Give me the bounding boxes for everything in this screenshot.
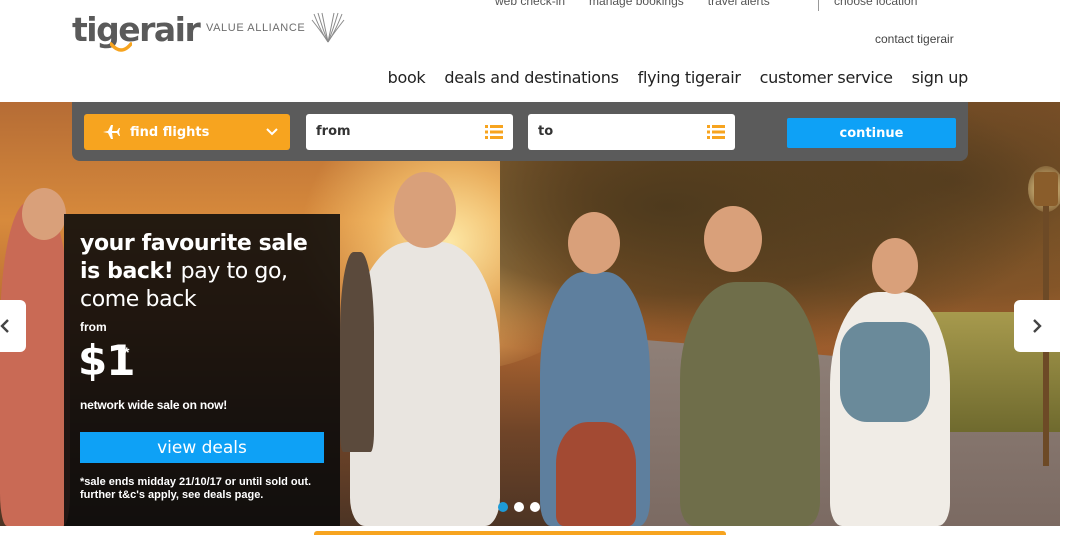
from-label: from xyxy=(316,124,351,139)
list-icon[interactable] xyxy=(707,125,725,139)
chevron-left-icon xyxy=(0,319,9,333)
find-flights-dropdown[interactable]: find flights xyxy=(84,114,290,150)
view-deals-button[interactable]: view deals xyxy=(80,432,324,463)
choose-location-link[interactable]: choose location xyxy=(834,0,917,8)
to-field[interactable]: to xyxy=(528,114,735,150)
promo-subtitle: network wide sale on now! xyxy=(80,398,228,412)
promo-from-label: from xyxy=(80,320,107,334)
utility-nav: web check-in manage bookings travel aler… xyxy=(495,0,794,8)
nav-deals-and-destinations[interactable]: deals and destinations xyxy=(444,68,619,87)
contact-tigerair-link[interactable]: contact tigerair xyxy=(875,32,954,46)
hero-person-2-head xyxy=(394,172,456,248)
hero-person-4-head xyxy=(704,206,762,272)
hero-person-1 xyxy=(0,202,70,526)
nav-book[interactable]: book xyxy=(388,68,426,87)
hero-person-1-head xyxy=(22,188,66,240)
promo-headline: your favourite sale is back! pay to go, … xyxy=(80,230,330,314)
chevron-right-icon xyxy=(1033,319,1042,333)
logo-text: tigerair xyxy=(72,10,201,49)
hero-person-2-shirt xyxy=(340,252,374,452)
alliance-wings-icon xyxy=(311,12,345,43)
manage-bookings-link[interactable]: manage bookings xyxy=(589,0,684,8)
carousel-dot-2[interactable] xyxy=(514,502,524,512)
hero-person-4 xyxy=(680,282,820,526)
chevron-down-icon xyxy=(266,128,278,136)
to-label: to xyxy=(538,124,554,139)
carousel-dot-3[interactable] xyxy=(530,502,540,512)
carousel-dots xyxy=(498,502,546,512)
value-alliance-logo: VALUE ALLIANCE xyxy=(206,10,345,44)
carousel-dot-1[interactable] xyxy=(498,502,508,512)
find-flights-label: find flights xyxy=(130,124,210,140)
travel-alerts-link[interactable]: travel alerts xyxy=(708,0,770,8)
plane-icon xyxy=(103,125,120,139)
carousel-prev-button[interactable] xyxy=(0,300,26,352)
nav-flying-tigerair[interactable]: flying tigerair xyxy=(638,68,741,87)
from-field[interactable]: from xyxy=(306,114,513,150)
right-gutter xyxy=(1060,102,1069,526)
logo-smile-icon xyxy=(110,42,132,52)
nav-sign-up[interactable]: sign up xyxy=(912,68,969,87)
promo-panel: your favourite sale is back! pay to go, … xyxy=(64,214,340,526)
main-nav: book deals and destinations flying tiger… xyxy=(388,68,969,87)
street-lamp xyxy=(1034,172,1058,206)
web-checkin-link[interactable]: web check-in xyxy=(495,0,565,8)
utility-divider xyxy=(818,0,819,11)
alliance-text: VALUE ALLIANCE xyxy=(206,22,306,34)
promo-terms-note: *sale ends midday 21/10/17 or until sold… xyxy=(80,476,312,501)
list-icon[interactable] xyxy=(485,125,503,139)
continue-button[interactable]: continue xyxy=(787,118,956,148)
bottom-accent-bar xyxy=(314,531,726,535)
flight-search-bar: find flights from to continue xyxy=(72,102,968,161)
carousel-next-button[interactable] xyxy=(1014,300,1060,352)
promo-price-asterisk: * xyxy=(124,344,130,360)
hero-person-3-head xyxy=(568,212,620,274)
hero-person-5-backpack xyxy=(840,322,930,422)
nav-customer-service[interactable]: customer service xyxy=(760,68,893,87)
hero-person-5-head xyxy=(872,238,918,294)
tigerair-logo[interactable]: tigerair xyxy=(72,10,201,52)
hero-person-3-pants xyxy=(556,422,636,526)
